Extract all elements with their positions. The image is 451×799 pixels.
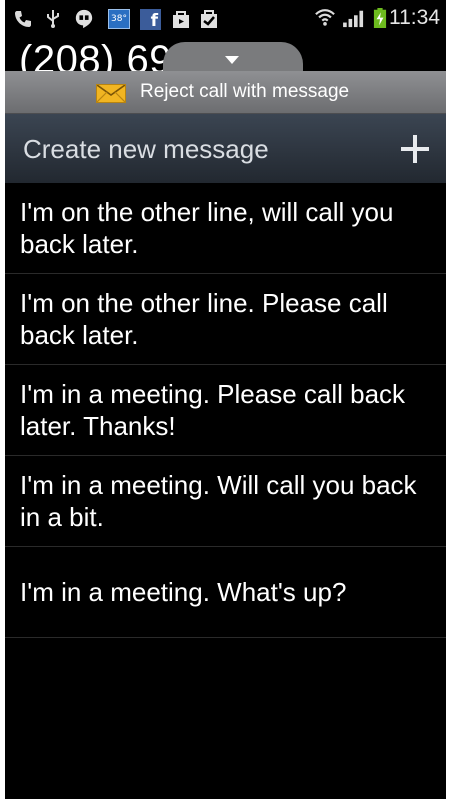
reject-bar-label: Reject call with message <box>140 81 350 102</box>
shopping-bag-icon <box>173 11 189 28</box>
reject-with-message-bar[interactable]: Reject call with message <box>5 71 446 114</box>
signal-icon <box>343 10 364 28</box>
hangouts-icon <box>75 9 93 29</box>
message-text: I'm on the other line, will call you bac… <box>20 197 394 259</box>
list-item[interactable]: I'm in a meeting. Please call back later… <box>5 365 446 456</box>
facebook-icon: f <box>140 9 161 31</box>
message-text: I'm in a meeting. What's up? <box>20 577 347 607</box>
envelope-icon <box>96 84 126 103</box>
usb-icon <box>47 10 59 28</box>
status-bar: 38° f 11:34 <box>5 0 446 38</box>
weather-icon: 38° <box>108 9 130 29</box>
message-list: I'm on the other line, will call you bac… <box>5 183 446 638</box>
phone-call-icon <box>15 11 31 27</box>
message-text: I'm in a meeting. Will call you back in … <box>20 470 417 532</box>
plus-icon <box>401 135 429 163</box>
message-text: I'm in a meeting. Please call back later… <box>20 379 406 441</box>
message-text: I'm on the other line. Please call back … <box>20 288 388 350</box>
list-item[interactable]: I'm in a meeting. What's up? <box>5 547 446 638</box>
weather-temp: 38° <box>111 14 127 24</box>
create-new-message-label: Create new message <box>23 134 269 164</box>
list-item[interactable]: I'm on the other line, will call you bac… <box>5 183 446 274</box>
list-item[interactable]: I'm in a meeting. Will call you back in … <box>5 456 446 547</box>
task-check-icon <box>201 10 217 28</box>
wifi-icon <box>315 9 335 26</box>
chevron-down-icon <box>225 56 239 64</box>
phone-screen: 38° f 11:34 (208) 69 Reject call with me… <box>5 0 446 799</box>
list-item[interactable]: I'm on the other line. Please call back … <box>5 274 446 365</box>
create-new-message-button[interactable]: Create new message <box>5 114 446 183</box>
clock: 11:34 <box>389 6 440 29</box>
battery-charging-icon <box>373 8 387 28</box>
